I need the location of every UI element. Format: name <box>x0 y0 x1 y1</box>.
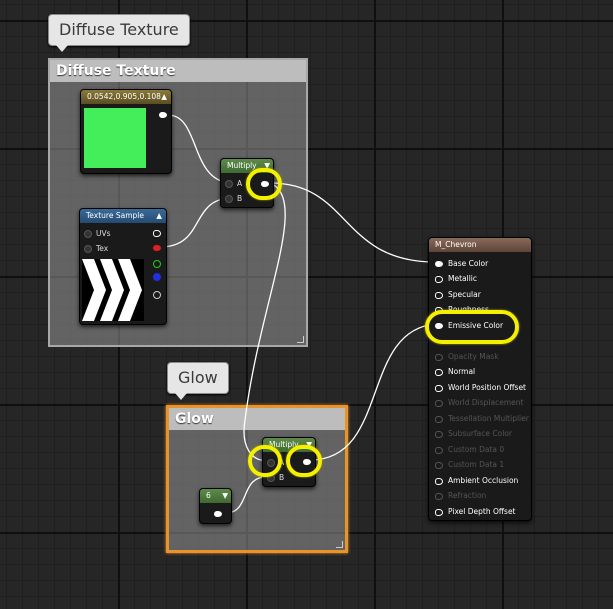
specular-label: Specular <box>448 290 481 299</box>
material-title: M_Chevron <box>435 240 477 249</box>
uvs-input-pin[interactable] <box>84 230 92 238</box>
alpha-output-pin[interactable] <box>153 291 161 299</box>
pixel-depth-offset-pin[interactable] <box>435 508 443 516</box>
highlight-ring-glow-input <box>248 445 282 477</box>
scalar-value: 6 <box>206 491 211 500</box>
red-output-pin[interactable] <box>153 245 161 251</box>
color-constant-header[interactable]: 0.0542,0.905,0.108 ▲ <box>81 90 171 104</box>
pin-base-color[interactable]: Base Color <box>435 259 488 268</box>
wire-multiply-to-glow-a <box>243 182 286 461</box>
wire-multiply-to-base-color <box>269 182 433 263</box>
multiply-top-b-pin[interactable] <box>225 195 233 203</box>
custom-data-1-label: Custom Data 1 <box>448 460 505 469</box>
multiply-top-b-row[interactable]: B <box>225 194 242 203</box>
pin-world-position-offset[interactable]: World Position Offset <box>435 383 526 392</box>
metallic-label: Metallic <box>448 274 477 283</box>
metallic-pin[interactable] <box>435 275 443 283</box>
opacity-mask-pin <box>435 353 443 361</box>
normal-pin[interactable] <box>435 368 443 376</box>
rgb-output-pin[interactable] <box>153 230 161 237</box>
pin-pixel-depth-offset[interactable]: Pixel Depth Offset <box>435 507 516 516</box>
multiply-top-a-label: A <box>237 179 243 188</box>
uvs-label: UVs <box>96 229 111 238</box>
multiply-top-a-pin[interactable] <box>225 180 233 188</box>
world-displacement-pin <box>435 399 443 407</box>
color-constant-node[interactable]: 0.0542,0.905,0.108 ▲ <box>80 89 172 174</box>
world-position-offset-label: World Position Offset <box>448 383 526 392</box>
pixel-depth-offset-label: Pixel Depth Offset <box>448 507 516 516</box>
multiply-top-a-row[interactable]: A <box>225 179 242 188</box>
collapse-arrow-icon[interactable]: ▲ <box>161 90 167 104</box>
subsurface-color-label: Subsurface Color <box>448 429 512 438</box>
pin-specular[interactable]: Specular <box>435 290 481 299</box>
pin-ambient-occlusion[interactable]: Ambient Occlusion <box>435 476 518 485</box>
tessellation-multiplier-pin <box>435 415 443 423</box>
blue-output-pin[interactable] <box>153 273 161 281</box>
opacity-mask-label: Opacity Mask <box>448 352 499 361</box>
normal-label: Normal <box>448 367 476 376</box>
custom-data-1-pin <box>435 461 443 469</box>
tex-input-pin[interactable] <box>84 245 92 253</box>
pin-world-displacement: World Displacement <box>435 398 523 407</box>
pin-metallic[interactable]: Metallic <box>435 274 477 283</box>
highlight-ring-emissive-color <box>425 310 519 344</box>
green-output-pin[interactable] <box>153 260 161 268</box>
texture-sample-header[interactable]: Texture Sample ▲ <box>80 209 166 223</box>
ambient-occlusion-pin[interactable] <box>435 477 443 485</box>
tex-pin-row[interactable]: Tex <box>84 244 108 253</box>
pin-subsurface-color: Subsurface Color <box>435 429 512 438</box>
collapse-arrow-icon[interactable]: ▼ <box>222 489 228 503</box>
multiply-top-title: Multiply <box>227 161 257 170</box>
pin-opacity-mask: Opacity Mask <box>435 352 499 361</box>
refraction-label: Refraction <box>448 491 487 500</box>
subsurface-color-pin <box>435 430 443 438</box>
texture-sample-node[interactable]: Texture Sample ▲ UVs Tex <box>79 208 167 325</box>
custom-data-0-label: Custom Data 0 <box>448 445 505 454</box>
world-displacement-label: World Displacement <box>448 398 524 407</box>
ambient-occlusion-label: Ambient Occlusion <box>448 476 519 485</box>
color-output-pin[interactable] <box>159 112 167 118</box>
refraction-pin <box>435 492 443 500</box>
highlight-ring-multiply-output <box>246 168 282 200</box>
tessellation-multiplier-label: Tessellation Multiplier <box>448 414 529 423</box>
material-result-node[interactable]: M_Chevron Base Color Metallic Specular R… <box>428 237 532 521</box>
scalar-header[interactable]: 6 ▼ <box>200 489 231 503</box>
color-swatch <box>84 108 146 168</box>
tex-label: Tex <box>96 244 109 253</box>
scalar-output-pin[interactable] <box>214 511 222 517</box>
pin-refraction: Refraction <box>435 491 486 500</box>
chevron-texture-preview <box>82 259 144 321</box>
world-position-offset-pin[interactable] <box>435 384 443 392</box>
color-constant-title: 0.0542,0.905,0.108 <box>87 92 161 101</box>
multiply-glow-b-label: B <box>279 473 285 482</box>
material-header[interactable]: M_Chevron <box>429 238 531 252</box>
pin-tessellation-multiplier: Tessellation Multiplier <box>435 414 529 423</box>
pin-custom-data-0: Custom Data 0 <box>435 445 504 454</box>
scalar-constant-node[interactable]: 6 ▼ <box>199 488 232 524</box>
pin-custom-data-1: Custom Data 1 <box>435 460 504 469</box>
base-color-pin[interactable] <box>435 261 443 267</box>
pin-normal[interactable]: Normal <box>435 367 475 376</box>
custom-data-0-pin <box>435 446 443 454</box>
collapse-arrow-icon[interactable]: ▲ <box>156 209 162 223</box>
multiply-top-b-label: B <box>237 194 243 203</box>
base-color-label: Base Color <box>448 259 489 268</box>
specular-pin[interactable] <box>435 291 443 299</box>
highlight-ring-glow-output <box>286 445 322 477</box>
texture-sample-title: Texture Sample <box>86 211 144 220</box>
wire-glow-to-emissive <box>309 323 437 461</box>
uvs-pin-row[interactable]: UVs <box>84 229 111 238</box>
